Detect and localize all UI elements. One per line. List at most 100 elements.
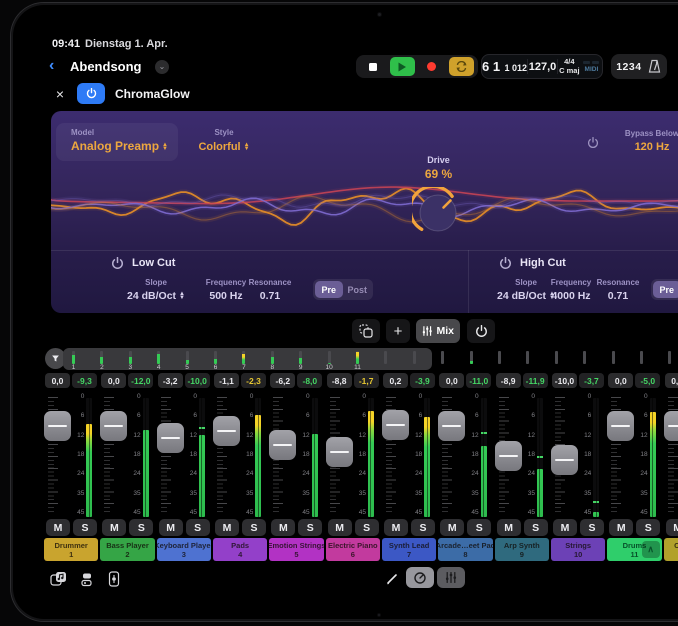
channel-volume-value[interactable]: 0,0 bbox=[608, 373, 633, 388]
low-cut-slope[interactable]: Slope 24 dB/Oct▲▼ bbox=[124, 278, 188, 302]
high-cut-pre-button[interactable]: Pre bbox=[653, 281, 678, 298]
solo-button[interactable]: S bbox=[355, 519, 379, 536]
channel-peak-value[interactable]: -1,7 bbox=[354, 373, 379, 388]
channel-volume-value[interactable]: -8,8 bbox=[327, 373, 352, 388]
channel-volume-value[interactable]: -10,0 bbox=[552, 373, 577, 388]
play-button[interactable] bbox=[390, 57, 415, 76]
track-tile[interactable]: Electric Piano6 bbox=[326, 538, 380, 561]
mute-button[interactable]: M bbox=[553, 519, 577, 536]
duplicate-button[interactable] bbox=[352, 319, 380, 343]
solo-button[interactable]: S bbox=[580, 519, 604, 536]
volume-fader[interactable] bbox=[326, 437, 353, 467]
channel-peak-value[interactable]: -8,0 bbox=[297, 373, 322, 388]
track-tile[interactable]: Bass Player2 bbox=[100, 538, 154, 561]
plugins-stack-button[interactable] bbox=[75, 568, 97, 590]
channel-volume-value[interactable]: 0,0 bbox=[45, 373, 70, 388]
mute-button[interactable]: M bbox=[440, 519, 464, 536]
drive-knob[interactable] bbox=[412, 187, 464, 239]
solo-button[interactable]: S bbox=[524, 519, 548, 536]
mute-button[interactable]: M bbox=[328, 519, 352, 536]
channel-peak-value[interactable]: -2,3 bbox=[241, 373, 266, 388]
count-in-button[interactable]: 1234 bbox=[616, 61, 641, 73]
channel-volume-value[interactable]: 0,2 bbox=[383, 373, 408, 388]
cycle-button[interactable] bbox=[449, 57, 474, 76]
channel-volume-value[interactable]: 0,0 bbox=[439, 373, 464, 388]
channel-peak-value[interactable]: -5,0 bbox=[635, 373, 660, 388]
solo-button[interactable]: S bbox=[298, 519, 322, 536]
volume-fader[interactable] bbox=[157, 423, 184, 453]
volume-fader[interactable] bbox=[495, 441, 522, 471]
volume-fader[interactable] bbox=[269, 430, 296, 460]
channel-peak-value[interactable]: -11,0 bbox=[466, 373, 491, 388]
volume-fader[interactable] bbox=[607, 411, 634, 441]
solo-button[interactable]: S bbox=[186, 519, 210, 536]
metronome-icon[interactable] bbox=[647, 59, 662, 74]
track-tile[interactable]: Strings10 bbox=[551, 538, 605, 561]
track-tile[interactable]: Keyboard Player3 bbox=[157, 538, 211, 561]
channel-peak-value[interactable]: -12,0 bbox=[128, 373, 153, 388]
track-tile[interactable]: Pads4 bbox=[213, 538, 267, 561]
plugin-power-button[interactable] bbox=[77, 83, 105, 104]
channel-peak-value[interactable]: -3,9 bbox=[410, 373, 435, 388]
mute-button[interactable]: M bbox=[666, 519, 678, 536]
song-title[interactable]: Abendsong bbox=[70, 59, 142, 74]
lcd-display[interactable]: 6 1 1 012 127,0 4/4 C maj MIDI bbox=[481, 54, 603, 79]
low-cut-power-icon[interactable] bbox=[111, 257, 124, 270]
mix-view-button[interactable]: Mix bbox=[416, 319, 460, 343]
high-cut-power-icon[interactable] bbox=[499, 257, 512, 270]
stop-button[interactable] bbox=[360, 57, 385, 76]
solo-button[interactable]: S bbox=[636, 519, 660, 536]
track-tile[interactable]: Synth Lead7 bbox=[382, 538, 436, 561]
volume-fader[interactable] bbox=[664, 411, 678, 441]
close-plugin-button[interactable]: × bbox=[51, 85, 69, 103]
model-selector[interactable]: Model Analog Preamp▲▼ bbox=[56, 123, 178, 161]
track-tile[interactable]: Drummer1 bbox=[44, 538, 98, 561]
mute-button[interactable]: M bbox=[497, 519, 521, 536]
controls-view-button[interactable] bbox=[406, 567, 434, 588]
solo-button[interactable]: S bbox=[129, 519, 153, 536]
low-cut-post-button[interactable]: Post bbox=[344, 281, 372, 298]
bypass-below-control[interactable]: Bypass Below 120 Hz bbox=[607, 129, 678, 153]
low-cut-resonance[interactable]: Resonance 0.71 bbox=[238, 278, 302, 302]
volume-fader[interactable] bbox=[438, 411, 465, 441]
edit-pencil-button[interactable] bbox=[381, 568, 403, 590]
mute-button[interactable]: M bbox=[271, 519, 295, 536]
mute-button[interactable]: M bbox=[102, 519, 126, 536]
style-selector[interactable]: Style Colorful▲▼ bbox=[179, 128, 269, 153]
solo-button[interactable]: S bbox=[467, 519, 491, 536]
channel-peak-value[interactable]: -10,0 bbox=[185, 373, 210, 388]
track-tile[interactable]: Emotion Strings5 bbox=[269, 538, 323, 561]
mute-button[interactable]: M bbox=[159, 519, 183, 536]
mute-button[interactable]: M bbox=[609, 519, 633, 536]
track-tile[interactable]: Arp Synth9 bbox=[495, 538, 549, 561]
channel-volume-value[interactable]: 0,0 bbox=[665, 373, 678, 388]
channel-peak-value[interactable]: -3,7 bbox=[579, 373, 604, 388]
expand-stack-chevron-icon[interactable]: ∧ bbox=[642, 541, 660, 558]
volume-fader[interactable] bbox=[44, 411, 71, 441]
bypass-power-icon[interactable] bbox=[587, 137, 599, 149]
channel-volume-value[interactable]: -6,2 bbox=[270, 373, 295, 388]
low-cut-pre-button[interactable]: Pre bbox=[315, 281, 343, 298]
volume-fader[interactable] bbox=[551, 445, 578, 475]
channel-peak-value[interactable]: -9,3 bbox=[72, 373, 97, 388]
volume-fader[interactable] bbox=[100, 411, 127, 441]
song-menu-chevron-icon[interactable]: ⌄ bbox=[155, 60, 169, 74]
solo-button[interactable]: S bbox=[411, 519, 435, 536]
channel-volume-value[interactable]: -3,2 bbox=[158, 373, 183, 388]
channel-strip-button[interactable] bbox=[103, 568, 125, 590]
mixer-power-button[interactable] bbox=[467, 319, 495, 343]
track-tile[interactable]: Arcade…eet Pad8 bbox=[438, 538, 492, 561]
loops-browser-button[interactable] bbox=[47, 568, 69, 590]
solo-button[interactable]: S bbox=[73, 519, 97, 536]
channel-volume-value[interactable]: -8,9 bbox=[496, 373, 521, 388]
channel-volume-value[interactable]: -1,1 bbox=[214, 373, 239, 388]
channel-volume-value[interactable]: 0,0 bbox=[101, 373, 126, 388]
high-cut-resonance[interactable]: Resonance 0.71 bbox=[586, 278, 650, 302]
back-chevron-icon[interactable]: ‹ bbox=[49, 57, 65, 75]
track-tile[interactable]: Drums11∧ bbox=[607, 538, 661, 561]
track-tile[interactable]: Chorus V12 bbox=[664, 538, 678, 561]
mixer-view-button[interactable] bbox=[437, 567, 465, 588]
volume-fader[interactable] bbox=[213, 416, 240, 446]
solo-button[interactable]: S bbox=[242, 519, 266, 536]
mute-button[interactable]: M bbox=[384, 519, 408, 536]
